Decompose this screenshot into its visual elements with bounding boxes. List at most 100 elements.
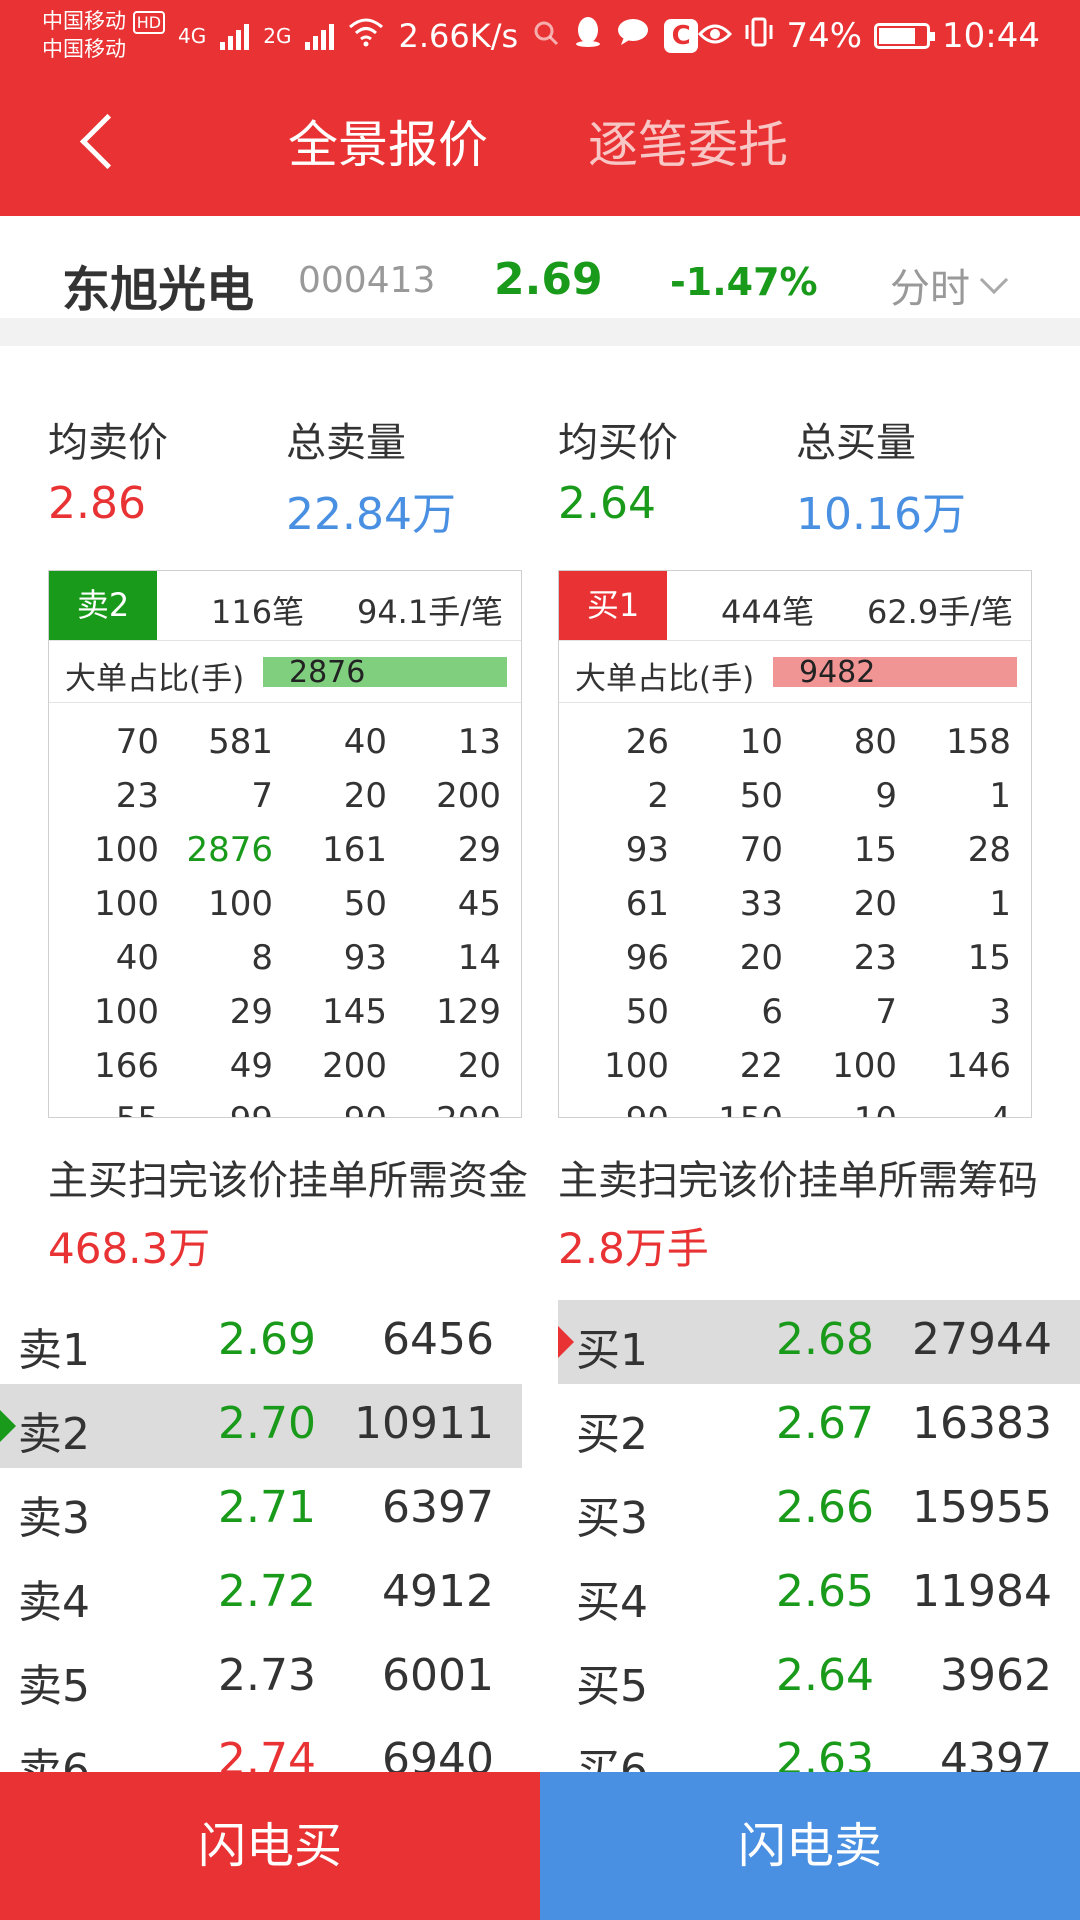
buy-book-row[interactable]: 买3 2.66 15955 xyxy=(558,1468,1080,1552)
sell-order-size: 13 xyxy=(457,722,501,762)
period-selector[interactable]: 分时 xyxy=(890,256,1009,314)
sell-order-size: 129 xyxy=(436,992,501,1032)
buy-book-row[interactable]: 买1 2.68 27944 xyxy=(558,1300,1080,1384)
avg-sell-value: 2.86 xyxy=(48,478,146,529)
ratio-label: 大单占比(手) xyxy=(575,661,755,697)
network-indicators: 4G 2G 2.66K/s C xyxy=(178,16,699,56)
search-icon xyxy=(532,17,560,55)
sell-grid-row: 559990200 xyxy=(49,1093,521,1117)
buy-order-book: 买1 2.68 27944 买2 2.67 16383 买3 2.66 15955 买4 2.65 1… xyxy=(558,1300,1080,1804)
avg-buy-label: 均买价 xyxy=(558,420,678,466)
buy-book-level-label: 买3 xyxy=(576,1493,648,1544)
buy-large-order-ratio: 大单占比(手) 9482 xyxy=(559,641,1031,703)
buy-grid-row: 61 33 20 1 xyxy=(559,877,1031,931)
buy-book-volume: 3962 xyxy=(940,1650,1052,1701)
battery-percent: 74% xyxy=(786,16,863,56)
sell-book-level-label: 卖4 xyxy=(18,1577,90,1628)
sell-order-size: 166 xyxy=(94,1046,159,1086)
sell-sweep-value: 2.8万手 xyxy=(558,1224,709,1273)
buy-book-row[interactable]: 买5 2.64 3962 xyxy=(558,1636,1080,1720)
sell-book-price: 2.69 xyxy=(218,1314,316,1365)
back-button[interactable] xyxy=(70,108,130,178)
sell-order-detail-panel[interactable]: 卖2 116笔 94.1手/笔 大单占比(手) 2876 70 581 40 13 23… xyxy=(48,570,522,1118)
buy-order-detail-panel[interactable]: 买1 444笔 62.9手/笔 大单占比(手) 9482 26 10 80 158 2 5… xyxy=(558,570,1032,1118)
sell-order-size: 100 xyxy=(94,992,159,1032)
flash-sell-button[interactable]: 闪电卖 xyxy=(540,1772,1080,1920)
sell-lots-per-order: 94.1手/笔 xyxy=(356,593,503,631)
sell-order-size: 100 xyxy=(94,884,159,924)
sell-book-level-label: 卖2 xyxy=(18,1409,90,1460)
tab-panorama-quote[interactable]: 全景报价 xyxy=(288,112,488,178)
sell-grid-row: 100 29 145 129 xyxy=(49,985,521,1039)
stock-change: -1.47% xyxy=(670,260,818,304)
selected-arrow-icon xyxy=(0,1410,16,1442)
buy-order-size: 20 xyxy=(853,884,897,924)
network-speed: 2.66K/s xyxy=(398,17,519,55)
buy-book-level-label: 买2 xyxy=(576,1409,648,1460)
sell-grid-row: 166 49 200 20 xyxy=(49,1039,521,1093)
buy-order-size: 93 xyxy=(625,830,669,870)
sell-order-size: 23 xyxy=(115,776,159,816)
buy-book-price: 2.65 xyxy=(776,1566,874,1617)
sell-order-book: 卖1 2.69 6456 卖2 2.70 10911 卖3 2.71 6397 卖4 2.72 491… xyxy=(0,1300,522,1804)
buy-order-size: 4 xyxy=(899,1100,1013,1117)
sell-order-size: 100 xyxy=(208,884,273,924)
buy-detail-header: 买1 444笔 62.9手/笔 xyxy=(559,571,1031,641)
sell-grid-row: 70 581 40 13 xyxy=(49,715,521,769)
buy-order-size: 61 xyxy=(625,884,669,924)
sell-grid-row: 100 100 50 45 xyxy=(49,877,521,931)
buy-order-size: 6 xyxy=(761,992,783,1032)
buy-order-size: 146 xyxy=(946,1046,1011,1086)
buy-grid-row: 93 70 15 28 xyxy=(559,823,1031,877)
buy-order-size: 23 xyxy=(853,938,897,978)
sell-book-level-label: 卖1 xyxy=(18,1325,90,1376)
sell-order-size: 99 xyxy=(161,1100,275,1117)
buy-order-size: 22 xyxy=(739,1046,783,1086)
tab-tick-orders[interactable]: 逐笔委托 xyxy=(588,112,788,178)
signal-icon xyxy=(305,22,335,50)
sell-book-row[interactable]: 卖1 2.69 6456 xyxy=(0,1300,522,1384)
sell-order-count: 116笔 xyxy=(211,593,305,631)
buy-book-row[interactable]: 买2 2.67 16383 xyxy=(558,1384,1080,1468)
sell-book-row[interactable]: 卖2 2.70 10911 xyxy=(0,1384,522,1468)
sell-grid-row: 40 8 93 14 xyxy=(49,931,521,985)
sell-order-size: 29 xyxy=(229,992,273,1032)
total-buy-label: 总买量 xyxy=(796,420,916,466)
sell-order-size: 581 xyxy=(208,722,273,762)
carrier-1: 中国移动 xyxy=(42,9,126,33)
buy-order-size: 3 xyxy=(989,992,1011,1032)
app-header: 全景报价 逐笔委托 xyxy=(0,72,1080,216)
buy-order-size: 70 xyxy=(739,830,783,870)
sell-order-size: 100 xyxy=(94,830,159,870)
sell-order-size: 7 xyxy=(251,776,273,816)
status-bar: 中国移动 HD 中国移动 4G 2G 2.66K/s C 74% 10:44 xyxy=(0,0,1080,72)
buy-order-size: 10 xyxy=(785,1100,899,1117)
sell-book-row[interactable]: 卖4 2.72 4912 xyxy=(0,1552,522,1636)
buy-sweep-label: 主买扫完该价挂单所需资金 xyxy=(48,1158,528,1204)
buy-book-row[interactable]: 买4 2.65 11984 xyxy=(558,1552,1080,1636)
buy-grid-row: 2 50 9 1 xyxy=(559,769,1031,823)
flash-buy-button[interactable]: 闪电买 xyxy=(0,1772,540,1920)
buy-order-size: 100 xyxy=(832,1046,897,1086)
buy-grid-row: 50 6 7 3 xyxy=(559,985,1031,1039)
carrier-2: 中国移动 xyxy=(42,37,126,61)
sell-grid-row: 23 7 20 200 xyxy=(49,769,521,823)
hd-badge: HD xyxy=(132,11,166,34)
selected-arrow-icon xyxy=(558,1326,574,1358)
buy-book-price: 2.66 xyxy=(776,1482,874,1533)
sell-book-level-label: 卖5 xyxy=(18,1661,90,1712)
sell-order-size: 161 xyxy=(322,830,387,870)
sell-order-size: 70 xyxy=(115,722,159,762)
buy-book-price: 2.68 xyxy=(776,1314,874,1365)
buy-order-size: 26 xyxy=(625,722,669,762)
sell-book-row[interactable]: 卖3 2.71 6397 xyxy=(0,1468,522,1552)
chevron-down-icon xyxy=(979,265,1009,295)
battery-icon xyxy=(874,23,936,49)
buy-lots-per-order: 62.9手/笔 xyxy=(866,593,1013,631)
sell-order-size: 200 xyxy=(389,1100,503,1117)
sell-book-row[interactable]: 卖5 2.73 6001 xyxy=(0,1636,522,1720)
sell-order-size: 14 xyxy=(457,938,501,978)
clock: 10:44 xyxy=(942,16,1040,56)
sell-book-price: 2.70 xyxy=(218,1398,316,1449)
ratio-value: 2876 xyxy=(289,655,366,690)
